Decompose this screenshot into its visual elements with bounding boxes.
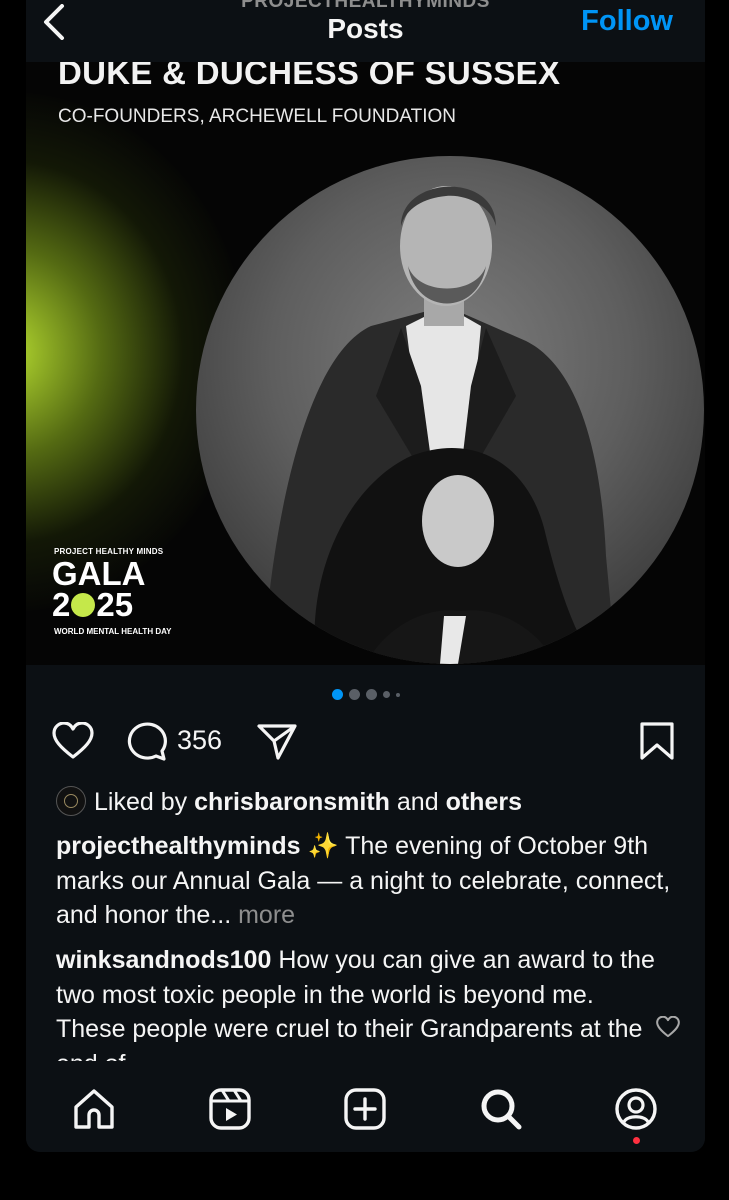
comment-count: 356: [177, 725, 223, 755]
caption-username[interactable]: projecthealthyminds: [56, 832, 301, 860]
app-screen: DUKE & DUCHESS OF SUSSEX CO-FOUNDERS, AR…: [26, 0, 705, 1152]
comment-username[interactable]: winksandnods100: [56, 946, 271, 974]
post-image-title: DUKE & DUCHESS OF SUSSEX: [58, 62, 561, 91]
gala-word: GALA: [52, 555, 146, 592]
carousel-dot: [365, 689, 377, 701]
gala-zero-dot: [71, 593, 96, 617]
liker-username[interactable]: chrisbaronsmith: [194, 788, 390, 816]
top-bar: PROJECTHEALTHYMINDS Posts Follow: [26, 0, 705, 62]
carousel-dot: [348, 689, 360, 701]
heart-icon[interactable]: [52, 722, 94, 760]
comment-preview: winksandnods100 How you can give an awar…: [56, 943, 656, 1061]
gala-year: 2 25: [52, 586, 134, 623]
likes-others-link[interactable]: others: [446, 788, 522, 816]
likes-summary: Liked by chrisbaronsmith and others: [56, 786, 522, 817]
home-icon[interactable]: [71, 1086, 117, 1132]
bottom-navigation: [26, 1062, 705, 1152]
sparkles-emoji: ✨: [307, 832, 339, 860]
carousel-dot: [395, 692, 400, 697]
follow-button[interactable]: Follow: [581, 5, 673, 38]
gala-year-start: 2: [52, 586, 71, 623]
post-actions: 356: [26, 716, 705, 766]
post-caption: projecthealthyminds ✨ The evening of Oct…: [56, 829, 676, 933]
likes-joiner: and: [396, 788, 439, 816]
post-image[interactable]: DUKE & DUCHESS OF SUSSEX CO-FOUNDERS, AR…: [26, 62, 705, 665]
bookmark-icon[interactable]: [639, 721, 675, 761]
liker-avatar[interactable]: [56, 786, 86, 816]
carousel-dot-active: [331, 689, 343, 701]
reels-icon[interactable]: [207, 1086, 253, 1132]
profile-icon[interactable]: [613, 1086, 659, 1132]
search-icon[interactable]: [478, 1086, 524, 1132]
portrait-photo: [196, 156, 704, 664]
likes-prefix: Liked by: [94, 788, 188, 816]
notification-dot: [633, 1137, 640, 1144]
gala-year-end: 25: [96, 586, 134, 623]
comment-like-heart-icon[interactable]: [656, 1016, 680, 1040]
caption-more-link[interactable]: more: [238, 901, 295, 929]
post-image-subtitle: CO-FOUNDERS, ARCHEWELL FOUNDATION: [58, 106, 456, 127]
comment-icon[interactable]: [125, 721, 167, 761]
create-icon[interactable]: [342, 1086, 388, 1132]
carousel-dot: [382, 691, 390, 699]
carousel-indicator: [26, 686, 705, 701]
gala-tagline: WORLD MENTAL HEALTH DAY: [54, 627, 172, 636]
share-icon[interactable]: [256, 721, 298, 761]
